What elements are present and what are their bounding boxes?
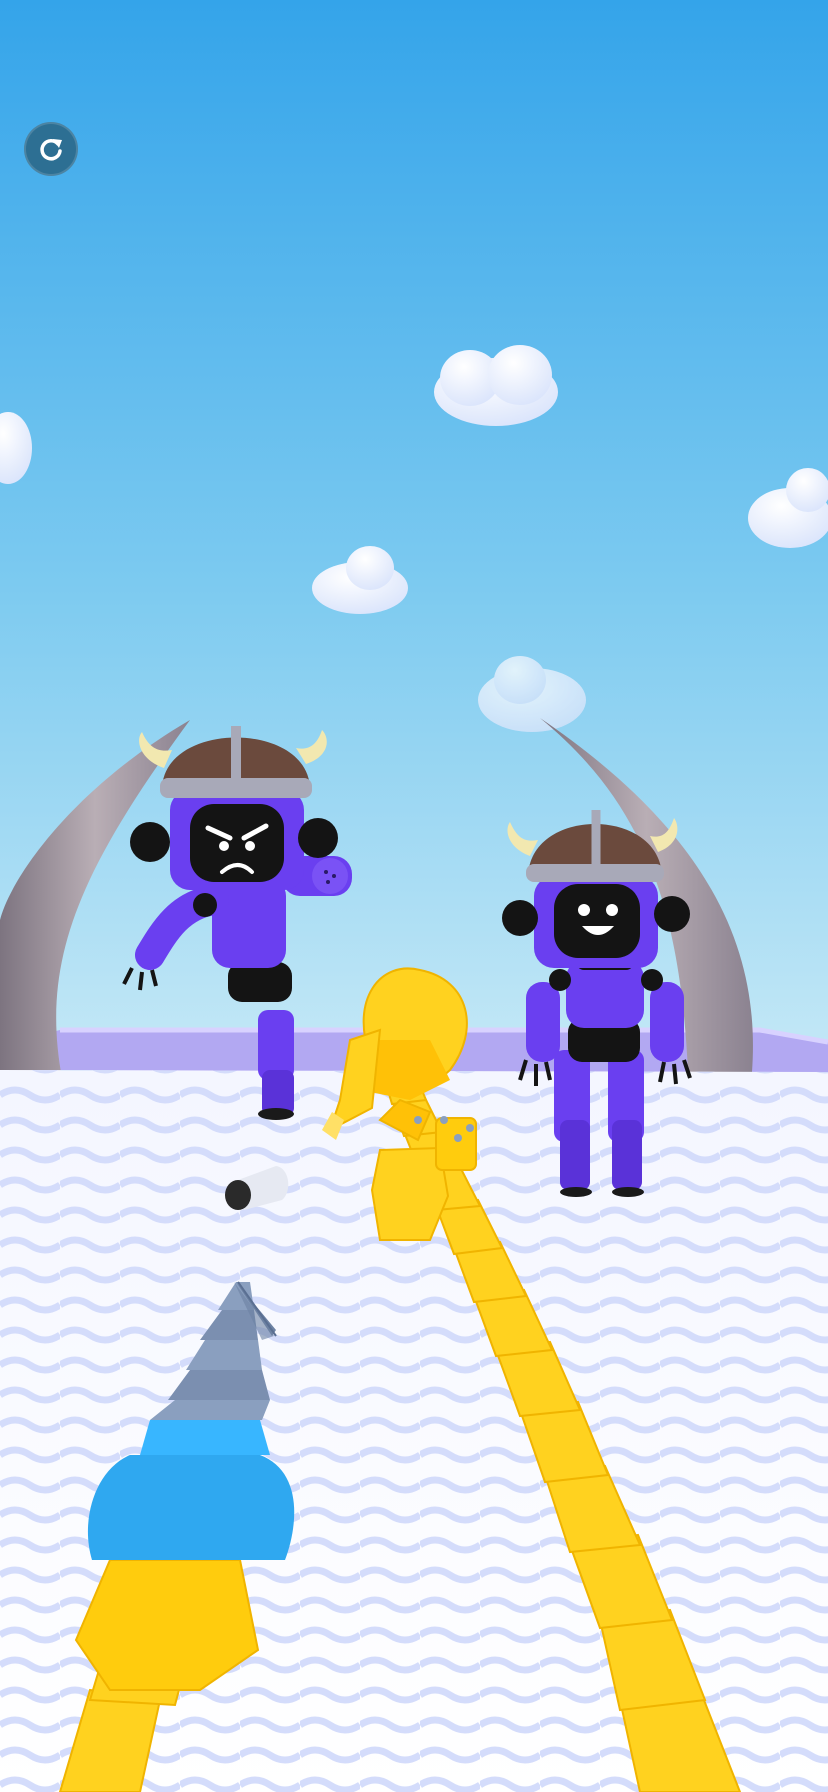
game-scene[interactable]: [0, 0, 828, 1792]
restart-button[interactable]: [24, 122, 78, 176]
game-viewport[interactable]: [0, 0, 828, 1792]
cloud: [434, 345, 558, 426]
restart-icon: [40, 139, 62, 161]
